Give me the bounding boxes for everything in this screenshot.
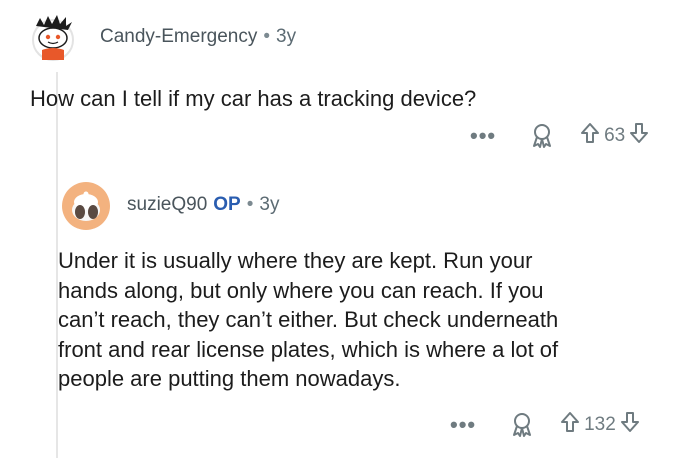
comment-actions: ••• 132 [450,411,640,439]
downvote-arrow-icon[interactable] [629,122,649,150]
vote-controls: 63 [580,122,649,150]
upvote-arrow-icon[interactable] [580,122,600,150]
vote-controls: 132 [560,411,640,439]
more-options-button[interactable]: ••• [470,123,496,149]
meta-separator: • [263,26,270,47]
comment-body-line: hands along, but only where you can reac… [58,277,544,303]
comment-age: 3y [259,194,280,215]
vote-score: 132 [584,414,616,435]
avatar[interactable] [60,180,112,232]
award-icon[interactable] [510,412,534,438]
vote-score: 63 [604,125,626,146]
comment-body-line: people are putting them nowadays. [58,366,401,391]
avatar[interactable] [24,12,82,64]
username[interactable]: Candy-Emergency [100,26,257,47]
op-badge: OP [213,194,241,215]
comment-meta: Candy-Emergency • 3y [100,26,296,48]
comment-age: 3y [276,26,297,47]
more-options-button[interactable]: ••• [450,412,476,438]
meta-separator: • [246,194,254,215]
comment-body-line: can’t reach, they can’t either. But chec… [58,307,559,332]
username[interactable]: suzieQ90 [127,194,207,215]
comment-body-line: front and rear license plates, which is … [58,336,559,362]
comment-body: Under it is usually where they are kept.… [58,246,688,394]
comment-meta: suzieQ90 OP • 3y [127,194,279,216]
downvote-arrow-icon[interactable] [620,411,640,439]
award-icon[interactable] [530,123,554,149]
upvote-arrow-icon[interactable] [560,411,580,439]
comment-body-line: Under it is usually where they are kept.… [58,248,533,273]
comment-body: How can I tell if my car has a tracking … [30,86,477,111]
comment-actions: ••• 63 [470,122,649,150]
